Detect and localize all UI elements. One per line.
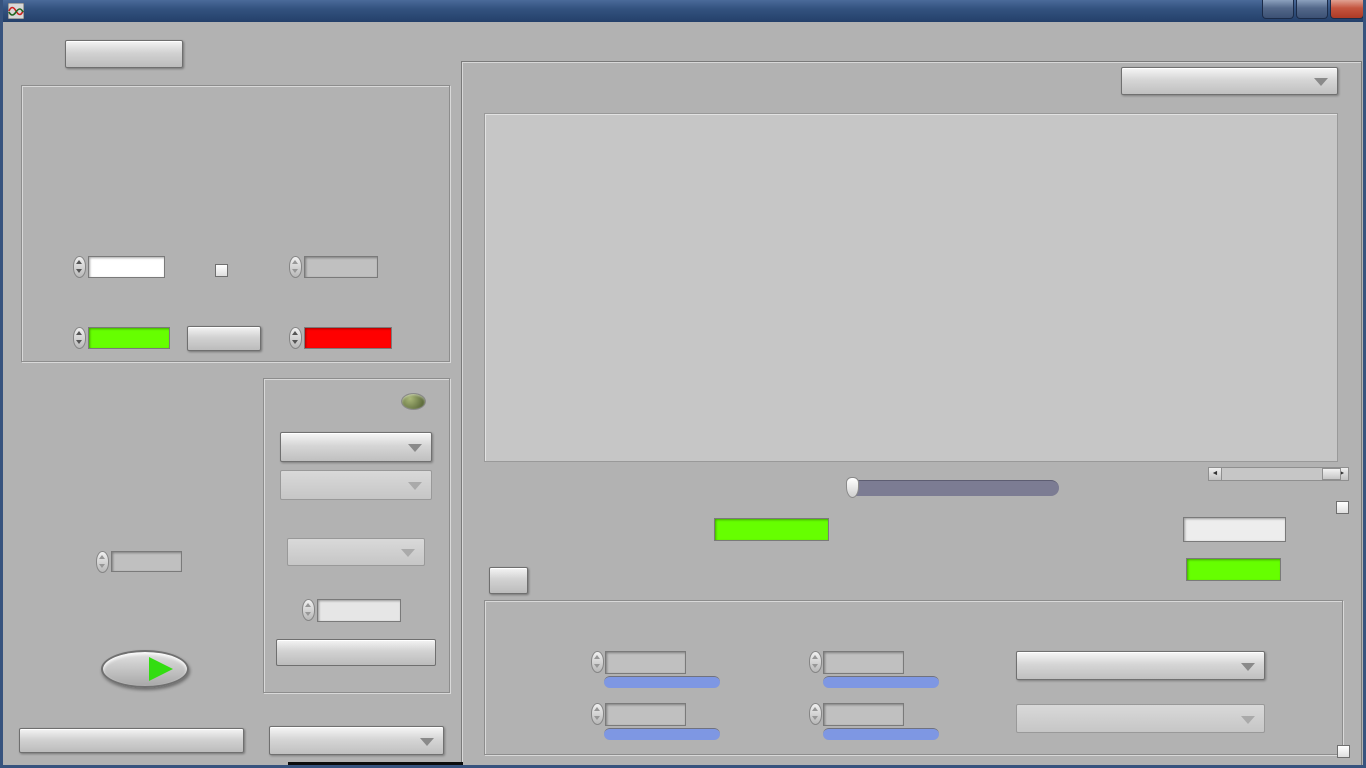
run-stop-button[interactable] — [101, 650, 189, 688]
close-button[interactable] — [1330, 0, 1363, 19]
time-spinner — [96, 551, 109, 573]
ch2-filter-mode-dropdown — [1016, 704, 1265, 733]
chevron-down-icon — [1241, 662, 1255, 671]
ch2-high-slider — [823, 728, 939, 740]
ch1-cutoff-spinner — [591, 651, 604, 673]
threshold-value — [317, 599, 401, 622]
title-bar[interactable] — [3, 0, 1363, 22]
ch1-high-slider — [823, 676, 939, 688]
ch2-cutoff-spinner — [591, 703, 604, 725]
app-icon — [8, 3, 24, 19]
ch2-high-value — [823, 703, 904, 726]
chevron-down-icon — [401, 549, 415, 557]
ch1-high-spinner — [809, 651, 822, 673]
time-value — [111, 551, 182, 572]
chevron-down-icon — [408, 444, 422, 452]
scroll-left-icon[interactable]: ◄ — [1209, 468, 1222, 480]
offset-reset-button[interactable] — [187, 326, 261, 351]
channel-mode-dropdown[interactable] — [269, 726, 444, 755]
trigger-mode-dropdown[interactable] — [280, 432, 432, 462]
chevron-down-icon — [1314, 78, 1328, 86]
trigger-edge-dropdown — [287, 538, 425, 566]
auto-set-button — [276, 639, 436, 666]
amplitude-panel — [21, 85, 450, 362]
cursor-frequency-value — [1183, 517, 1286, 542]
spectrum-chart[interactable] — [484, 113, 1338, 462]
taskbar-fragment — [288, 762, 463, 765]
ch2-cutoff-value — [605, 703, 686, 726]
zoom-slider[interactable] — [846, 477, 1059, 498]
filter-sync-checkbox[interactable] — [1337, 745, 1351, 758]
ch1-cutoff-value — [605, 651, 686, 674]
ch1-cutoff-slider — [604, 676, 720, 688]
scrollbar-thumb[interactable] — [1322, 468, 1341, 480]
offset-ch2-spinner[interactable] — [289, 327, 302, 349]
restore-button[interactable] — [1296, 0, 1328, 19]
amplitude-ch2-spinner — [289, 256, 302, 278]
copyright-button[interactable] — [19, 728, 244, 753]
main-frequency-value — [714, 518, 829, 541]
chevron-down-icon — [1241, 715, 1255, 724]
chart-h-scrollbar[interactable]: ◄ ► — [1208, 467, 1349, 481]
minimize-button[interactable] — [1262, 0, 1294, 19]
ch2-high-spinner — [809, 703, 822, 725]
exit-button[interactable] — [65, 40, 183, 68]
amplitude-sync-checkbox[interactable] — [215, 264, 228, 277]
thd-value — [1186, 558, 1281, 581]
zoom-slider-thumb[interactable] — [846, 477, 859, 498]
amplitude-ch1-spinner[interactable] — [73, 256, 86, 278]
ch1-filter-mode-dropdown[interactable] — [1016, 651, 1265, 680]
threshold-spinner — [302, 599, 315, 621]
play-icon — [149, 657, 173, 681]
trigger-led — [401, 393, 426, 410]
ch1-high-value — [823, 651, 904, 674]
log-x-checkbox[interactable] — [1335, 501, 1349, 514]
channel-selector-dropdown[interactable] — [1121, 67, 1338, 95]
offset-ch1-value[interactable] — [88, 327, 170, 349]
amplitude-ch2-value — [304, 256, 378, 278]
ch2-cutoff-slider — [604, 728, 720, 740]
offset-ch2-value[interactable] — [304, 327, 392, 349]
trigger-source-dropdown — [280, 470, 432, 500]
chevron-down-icon — [420, 737, 434, 746]
scrollbar-track[interactable] — [1222, 468, 1341, 480]
filter-window-button[interactable] — [489, 567, 528, 594]
spectrum-plot[interactable] — [485, 114, 1337, 461]
app-window: ◄ ► — [0, 0, 1366, 768]
chevron-down-icon — [408, 482, 422, 490]
offset-ch1-spinner[interactable] — [73, 327, 86, 349]
amplitude-ch1-value[interactable] — [88, 256, 165, 278]
